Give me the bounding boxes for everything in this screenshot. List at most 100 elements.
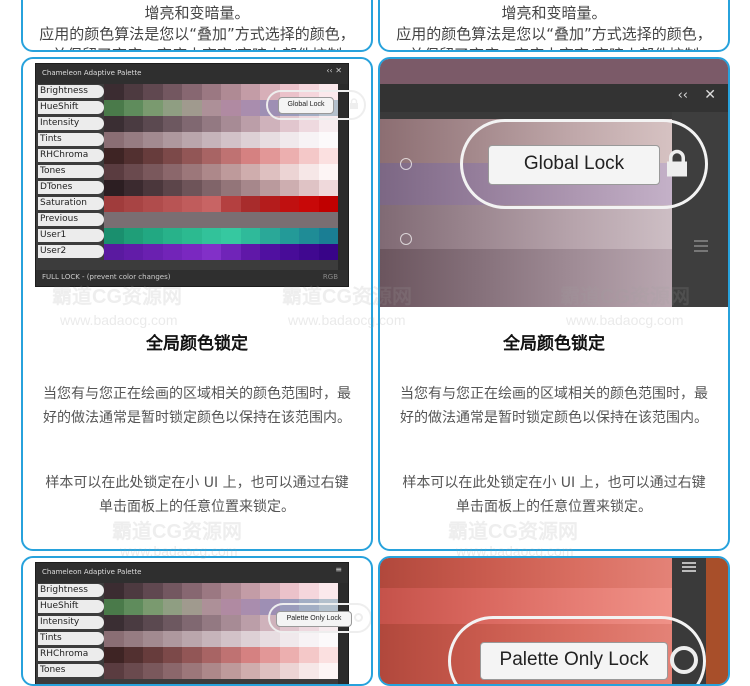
menu-icon[interactable] xyxy=(694,240,708,242)
color-swatch[interactable] xyxy=(104,132,124,148)
color-swatch[interactable] xyxy=(162,663,182,679)
color-swatch[interactable] xyxy=(143,663,163,679)
color-swatch[interactable] xyxy=(162,196,182,212)
color-swatch[interactable] xyxy=(104,116,124,132)
palette-row[interactable]: Tints xyxy=(36,631,348,647)
color-swatch[interactable] xyxy=(221,180,241,196)
color-swatch[interactable] xyxy=(162,647,182,663)
swatch-strip[interactable] xyxy=(104,631,338,647)
palette-row[interactable]: RHChroma xyxy=(36,647,348,663)
color-swatch[interactable] xyxy=(162,615,182,631)
color-swatch[interactable] xyxy=(318,148,338,164)
color-swatch[interactable] xyxy=(182,148,202,164)
color-swatch[interactable] xyxy=(318,663,338,679)
color-swatch[interactable] xyxy=(260,196,280,212)
collapse-icon[interactable]: ‹‹ ✕ xyxy=(326,66,342,75)
color-swatch[interactable] xyxy=(221,631,241,647)
color-swatch[interactable] xyxy=(201,148,221,164)
color-swatch[interactable] xyxy=(279,583,299,599)
color-swatch[interactable] xyxy=(221,647,241,663)
color-swatch[interactable] xyxy=(299,228,319,244)
swatch-strip[interactable] xyxy=(104,196,338,212)
color-swatch[interactable] xyxy=(299,583,319,599)
color-swatch[interactable] xyxy=(182,583,202,599)
color-swatch[interactable] xyxy=(123,84,143,100)
color-swatch[interactable] xyxy=(143,615,163,631)
color-swatch[interactable] xyxy=(299,164,319,180)
color-swatch[interactable] xyxy=(201,228,221,244)
color-swatch[interactable] xyxy=(182,132,202,148)
palette-row[interactable]: DTones xyxy=(36,180,348,196)
color-swatch[interactable] xyxy=(123,196,143,212)
color-swatch[interactable] xyxy=(279,631,299,647)
color-swatch[interactable] xyxy=(201,244,221,260)
color-swatch[interactable] xyxy=(260,212,280,228)
color-swatch[interactable] xyxy=(318,164,338,180)
color-swatch[interactable] xyxy=(260,164,280,180)
color-swatch[interactable] xyxy=(182,84,202,100)
color-swatch[interactable] xyxy=(299,196,319,212)
color-swatch[interactable] xyxy=(182,196,202,212)
color-swatch[interactable] xyxy=(104,663,124,679)
color-swatch[interactable] xyxy=(162,164,182,180)
color-swatch[interactable] xyxy=(240,583,260,599)
swatch-strip[interactable] xyxy=(104,132,338,148)
palette-row[interactable]: Tints xyxy=(36,132,348,148)
color-swatch[interactable] xyxy=(260,244,280,260)
color-swatch[interactable] xyxy=(240,100,260,116)
color-swatch[interactable] xyxy=(104,228,124,244)
color-swatch[interactable] xyxy=(123,148,143,164)
color-swatch[interactable] xyxy=(221,244,241,260)
close-icon[interactable]: ✕ xyxy=(704,87,716,103)
color-swatch[interactable] xyxy=(221,100,241,116)
color-swatch[interactable] xyxy=(201,647,221,663)
color-swatch[interactable] xyxy=(143,84,163,100)
color-swatch[interactable] xyxy=(143,100,163,116)
color-swatch[interactable] xyxy=(123,212,143,228)
color-swatch[interactable] xyxy=(240,84,260,100)
color-swatch[interactable] xyxy=(279,148,299,164)
color-swatch[interactable] xyxy=(318,647,338,663)
color-swatch[interactable] xyxy=(143,116,163,132)
color-swatch[interactable] xyxy=(201,100,221,116)
color-swatch[interactable] xyxy=(299,148,319,164)
color-swatch[interactable] xyxy=(318,583,338,599)
color-swatch[interactable] xyxy=(143,228,163,244)
swatch-strip[interactable] xyxy=(104,180,338,196)
color-swatch[interactable] xyxy=(221,84,241,100)
color-swatch[interactable] xyxy=(104,615,124,631)
color-swatch[interactable] xyxy=(221,164,241,180)
color-swatch[interactable] xyxy=(104,100,124,116)
color-swatch[interactable] xyxy=(162,180,182,196)
palette-row[interactable]: Tones xyxy=(36,164,348,180)
color-swatch[interactable] xyxy=(104,647,124,663)
color-swatch[interactable] xyxy=(221,132,241,148)
color-swatch[interactable] xyxy=(143,196,163,212)
color-swatch[interactable] xyxy=(123,132,143,148)
color-swatch[interactable] xyxy=(279,132,299,148)
color-swatch[interactable] xyxy=(201,180,221,196)
color-swatch[interactable] xyxy=(123,164,143,180)
color-swatch[interactable] xyxy=(240,663,260,679)
color-swatch[interactable] xyxy=(123,116,143,132)
color-swatch[interactable] xyxy=(123,631,143,647)
color-swatch[interactable] xyxy=(221,228,241,244)
color-swatch[interactable] xyxy=(162,212,182,228)
color-swatch[interactable] xyxy=(182,180,202,196)
swatch-strip[interactable] xyxy=(104,663,338,679)
color-swatch[interactable] xyxy=(143,647,163,663)
color-swatch[interactable] xyxy=(182,663,202,679)
color-swatch[interactable] xyxy=(143,631,163,647)
color-swatch[interactable] xyxy=(143,132,163,148)
color-swatch[interactable] xyxy=(221,212,241,228)
global-lock-button[interactable]: Global Lock xyxy=(488,145,660,185)
color-swatch[interactable] xyxy=(279,647,299,663)
palette-row[interactable]: RHChroma xyxy=(36,148,348,164)
color-swatch[interactable] xyxy=(299,631,319,647)
color-swatch[interactable] xyxy=(260,148,280,164)
color-swatch[interactable] xyxy=(299,132,319,148)
color-swatch[interactable] xyxy=(104,164,124,180)
color-swatch[interactable] xyxy=(221,615,241,631)
palette-row[interactable]: Tones xyxy=(36,663,348,679)
color-swatch[interactable] xyxy=(260,132,280,148)
